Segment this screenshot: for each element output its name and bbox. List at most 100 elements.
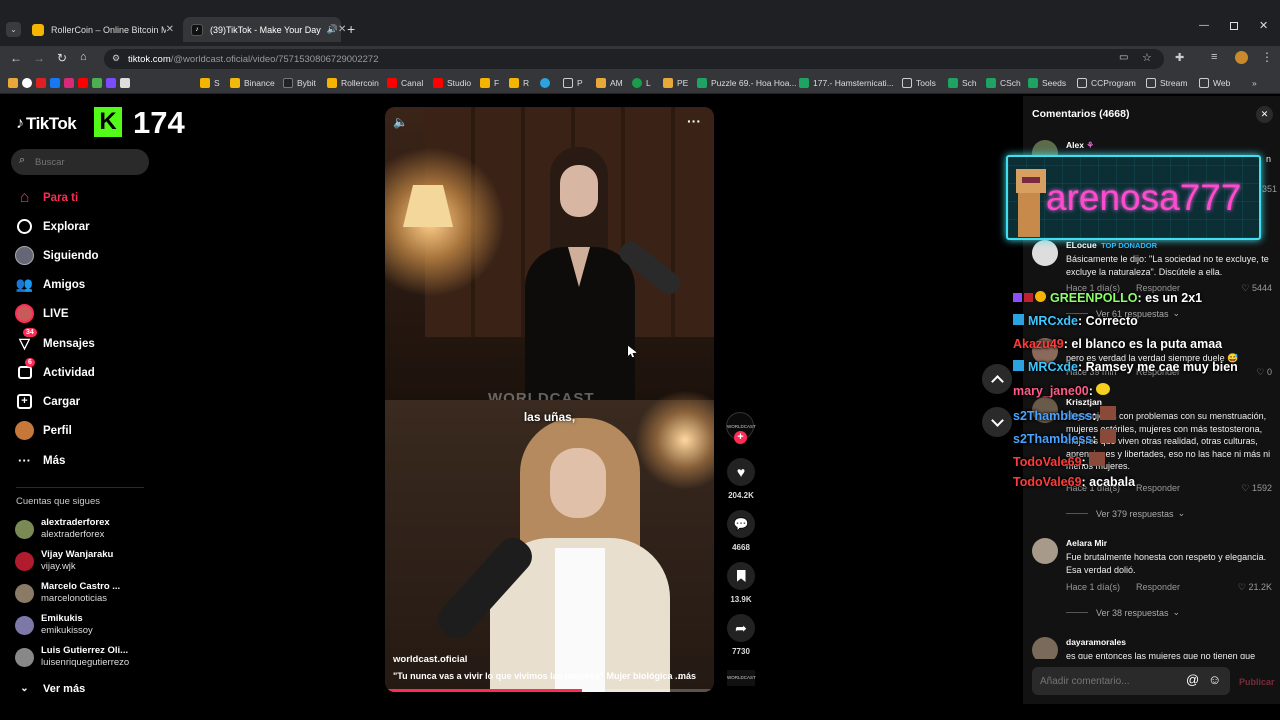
nav-mensajes[interactable]: ▽ 34 Mensajes bbox=[15, 328, 95, 353]
reply-button[interactable]: Responder bbox=[1136, 582, 1180, 592]
follow-plus-button[interactable]: + bbox=[734, 431, 747, 444]
bookmark-icon[interactable] bbox=[36, 78, 46, 88]
tiktok-logo[interactable]: ♪ TikTok bbox=[16, 114, 77, 134]
tab-rollercoin[interactable]: RollerCoin – Online Bitcoin Mi ✕ bbox=[24, 17, 182, 42]
nav-mas[interactable]: ··· Más bbox=[15, 451, 65, 470]
following-account[interactable]: Emikukis emikukissoy bbox=[15, 613, 93, 637]
avatar[interactable] bbox=[1032, 637, 1058, 659]
emoji-picker-icon[interactable]: ☺ bbox=[1208, 672, 1221, 687]
forward-icon[interactable]: → bbox=[33, 51, 45, 65]
bookmark-item[interactable]: R bbox=[509, 76, 529, 90]
view-replies-button[interactable]: Ver 38 respuestas ⌄ bbox=[1066, 607, 1180, 618]
comment-author[interactable]: ELocue TOP DONADOR bbox=[1066, 240, 1157, 250]
avatar[interactable] bbox=[1032, 240, 1058, 266]
home-browser-icon[interactable]: ⌂ bbox=[80, 51, 87, 63]
install-app-icon[interactable]: ▭ bbox=[1119, 52, 1128, 63]
site-info-icon[interactable]: ⚙ bbox=[112, 53, 120, 64]
bookmark-item[interactable]: AM bbox=[596, 76, 623, 90]
like-action[interactable]: ♥ 204.2K bbox=[727, 458, 755, 500]
search-box[interactable]: ⌕ bbox=[11, 149, 149, 175]
bookmark-folder[interactable]: CCProgram bbox=[1077, 76, 1136, 90]
publish-button[interactable]: Publicar bbox=[1239, 677, 1275, 687]
bookmark-star-icon[interactable]: ☆ bbox=[1142, 51, 1152, 64]
view-replies-button[interactable]: Ver 379 respuestas ⌄ bbox=[1066, 508, 1185, 519]
following-account[interactable]: Marcelo Castro ... marcelonoticias bbox=[15, 581, 120, 605]
bookmark-icon[interactable] bbox=[92, 78, 102, 88]
new-tab-button[interactable]: + bbox=[347, 21, 355, 37]
bookmark-item[interactable]: Puzzle 69.- Hoa Hoa... bbox=[697, 76, 797, 90]
comment-author[interactable]: dayaramorales bbox=[1066, 637, 1126, 647]
back-icon[interactable]: ← bbox=[10, 51, 22, 65]
bookmark-item[interactable]: S bbox=[200, 76, 220, 90]
minimize-button[interactable]: — bbox=[1199, 20, 1209, 31]
bookmark-folder[interactable]: Tools bbox=[902, 76, 936, 90]
comment-input[interactable] bbox=[1040, 672, 1180, 690]
bookmark-item[interactable]: L bbox=[632, 76, 651, 90]
comment-author[interactable]: Aelara Mir bbox=[1066, 538, 1107, 548]
bookmark-item[interactable]: Sch bbox=[948, 76, 977, 90]
address-bar[interactable]: ⚙ tiktok.com/@worldcast.oficial/video/75… bbox=[104, 49, 1164, 69]
restore-button[interactable] bbox=[1230, 22, 1238, 30]
video-player[interactable]: WORLDCAST. las uñas, 🔈 ··· worldcast.ofi… bbox=[385, 107, 714, 692]
share-action[interactable]: ➦ 7730 bbox=[727, 614, 755, 656]
bookmark-folder[interactable]: P bbox=[563, 76, 583, 90]
sound-disc-icon[interactable]: WORLDCAST bbox=[727, 670, 756, 686]
speaker-icon[interactable]: 🔊 bbox=[327, 24, 338, 35]
following-account[interactable]: Luis Gutierrez Oli... luisenriquegutierre… bbox=[15, 645, 129, 669]
mention-icon[interactable]: @ bbox=[1186, 672, 1199, 687]
following-account[interactable]: Vijay Wanjaraku vijay.wjk bbox=[15, 549, 113, 573]
bookmark-icon[interactable] bbox=[8, 78, 18, 88]
see-more-button[interactable]: ⌄ Ver más bbox=[15, 679, 85, 698]
avatar[interactable] bbox=[1032, 538, 1058, 564]
bookmark-folder[interactable]: Web bbox=[1199, 76, 1230, 90]
close-window-button[interactable]: ✕ bbox=[1259, 19, 1268, 32]
reply-button[interactable]: Responder bbox=[1136, 483, 1180, 493]
close-tab-icon[interactable]: ✕ bbox=[338, 24, 346, 35]
bookmark-item[interactable]: Seeds bbox=[1028, 76, 1066, 90]
bookmark-icon[interactable] bbox=[50, 78, 60, 88]
prev-video-button[interactable] bbox=[982, 364, 1012, 394]
comment-input-box[interactable]: @ ☺ bbox=[1032, 667, 1230, 695]
nav-actividad[interactable]: 6 Actividad bbox=[15, 358, 95, 382]
bookmark-item[interactable]: CSch bbox=[986, 76, 1021, 90]
comment-like-count[interactable]: ♡ 0 bbox=[1256, 367, 1272, 378]
nav-perfil[interactable]: Perfil bbox=[15, 421, 72, 440]
bookmark-item[interactable]: Bybit bbox=[283, 76, 316, 90]
nav-explorar[interactable]: Explorar bbox=[15, 217, 90, 236]
bookmark-item[interactable]: 177.- Hamsternicati... bbox=[799, 76, 894, 90]
comment-author[interactable]: Alex ⚘ bbox=[1066, 140, 1094, 151]
video-options-icon[interactable]: ··· bbox=[687, 113, 701, 129]
comment-action[interactable]: 💬 4668 bbox=[727, 510, 755, 552]
bookmark-item[interactable]: PE bbox=[663, 76, 688, 90]
volume-icon[interactable]: 🔈 bbox=[393, 115, 408, 129]
extensions-icon[interactable]: ✚ bbox=[1175, 51, 1184, 64]
bookmark-icon[interactable] bbox=[22, 78, 32, 88]
menu-icon[interactable]: ⋮ bbox=[1261, 50, 1273, 64]
next-video-button[interactable] bbox=[982, 407, 1012, 437]
bookmark-icon[interactable] bbox=[120, 78, 130, 88]
comment-like-count[interactable]: ♡ 1592 bbox=[1241, 483, 1272, 494]
nav-para-ti[interactable]: ⌂ Para ti bbox=[15, 188, 79, 207]
bookmark-item[interactable]: Rollercoin bbox=[327, 76, 379, 90]
close-comments-button[interactable]: ✕ bbox=[1256, 106, 1273, 123]
nav-live[interactable]: LIVE bbox=[15, 304, 69, 323]
search-input[interactable] bbox=[35, 153, 140, 171]
video-author[interactable]: worldcast.oficial bbox=[393, 654, 467, 665]
bookmark-icon[interactable] bbox=[64, 78, 74, 88]
nav-cargar[interactable]: + Cargar bbox=[15, 392, 80, 411]
tab-tiktok[interactable]: ♪ (39)TikTok - Make Your Day 🔊 ✕ bbox=[183, 17, 346, 42]
profile-avatar-icon[interactable] bbox=[1235, 51, 1248, 64]
bookmark-item[interactable]: Studio bbox=[433, 76, 471, 90]
comment-like-count[interactable]: ♡ 21.2K bbox=[1238, 582, 1272, 593]
bookmark-item[interactable]: Binance bbox=[230, 76, 275, 90]
bookmark-item[interactable]: F bbox=[480, 76, 499, 90]
telegram-icon[interactable] bbox=[540, 78, 550, 88]
bookmark-folder[interactable]: Stream bbox=[1146, 76, 1187, 90]
nav-siguiendo[interactable]: Siguiendo bbox=[15, 246, 99, 265]
save-action[interactable]: 13.9K bbox=[727, 562, 755, 604]
comment-like-count[interactable]: ♡ 5444 bbox=[1241, 283, 1272, 294]
caption-more-link[interactable]: más bbox=[678, 671, 696, 681]
close-tab-icon[interactable]: ✕ bbox=[166, 24, 174, 35]
bookmark-item[interactable]: Canal bbox=[387, 76, 423, 90]
media-icon[interactable]: ≡ bbox=[1211, 51, 1217, 63]
